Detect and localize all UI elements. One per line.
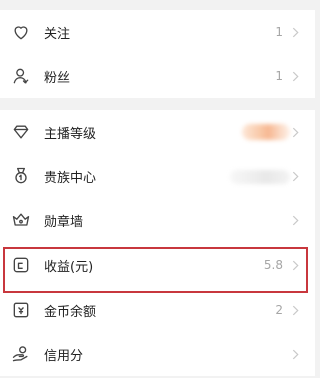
blurred-noble-value — [230, 170, 290, 184]
menu-item-label: 粉丝 — [44, 70, 71, 86]
menu-group-account: 主播等级 贵族中心 勋章墙 收益(元) 5.8 金币余额 2 信用分 — [0, 110, 315, 376]
menu-item-credit-score[interactable]: 信用分 — [0, 332, 315, 376]
blurred-level-badge — [242, 124, 290, 140]
menu-item-label: 收益(元) — [44, 259, 94, 275]
diamond-icon — [10, 121, 32, 143]
wallet-icon — [10, 254, 32, 276]
chevron-right-icon — [291, 126, 299, 138]
menu-item-value: 2 — [275, 303, 283, 317]
heart-icon — [10, 21, 32, 43]
menu-item-host-level[interactable]: 主播等级 — [0, 110, 315, 154]
menu-item-value: 1 — [275, 69, 283, 83]
menu-item-label: 金币余额 — [44, 304, 97, 320]
chevron-right-icon — [291, 348, 299, 360]
menu-item-fans[interactable]: 粉丝 1 — [0, 54, 315, 98]
top-spacer — [0, 0, 315, 10]
menu-item-label: 勋章墙 — [44, 214, 84, 230]
menu-item-label: 关注 — [44, 26, 71, 42]
chevron-right-icon — [291, 70, 299, 82]
chevron-right-icon — [291, 170, 299, 182]
chevron-right-icon — [291, 304, 299, 316]
credit-hand-icon — [10, 343, 32, 365]
menu-item-label: 信用分 — [44, 348, 84, 364]
menu-item-value: 1 — [275, 25, 283, 39]
menu-item-noble-center[interactable]: 贵族中心 — [0, 154, 315, 198]
crown-icon — [10, 209, 32, 231]
menu-item-coin-balance[interactable]: 金币余额 2 — [0, 288, 315, 332]
medal-icon — [10, 165, 32, 187]
chevron-right-icon — [291, 26, 299, 38]
menu-item-medal-wall[interactable]: 勋章墙 — [0, 198, 315, 242]
coin-balance-icon — [10, 299, 32, 321]
menu-item-value: 5.8 — [263, 258, 283, 272]
profile-menu-page: 关注 1 粉丝 1 主播等级 贵族中心 勋章墙 收益(元) 5.8 金币余额 2… — [0, 0, 315, 378]
menu-item-earnings[interactable]: 收益(元) 5.8 — [0, 242, 315, 288]
user-icon — [10, 65, 32, 87]
section-divider — [0, 98, 315, 110]
menu-group-social: 关注 1 粉丝 1 — [0, 10, 315, 98]
menu-item-following[interactable]: 关注 1 — [0, 10, 315, 54]
chevron-right-icon — [291, 214, 299, 226]
chevron-right-icon — [291, 259, 299, 271]
